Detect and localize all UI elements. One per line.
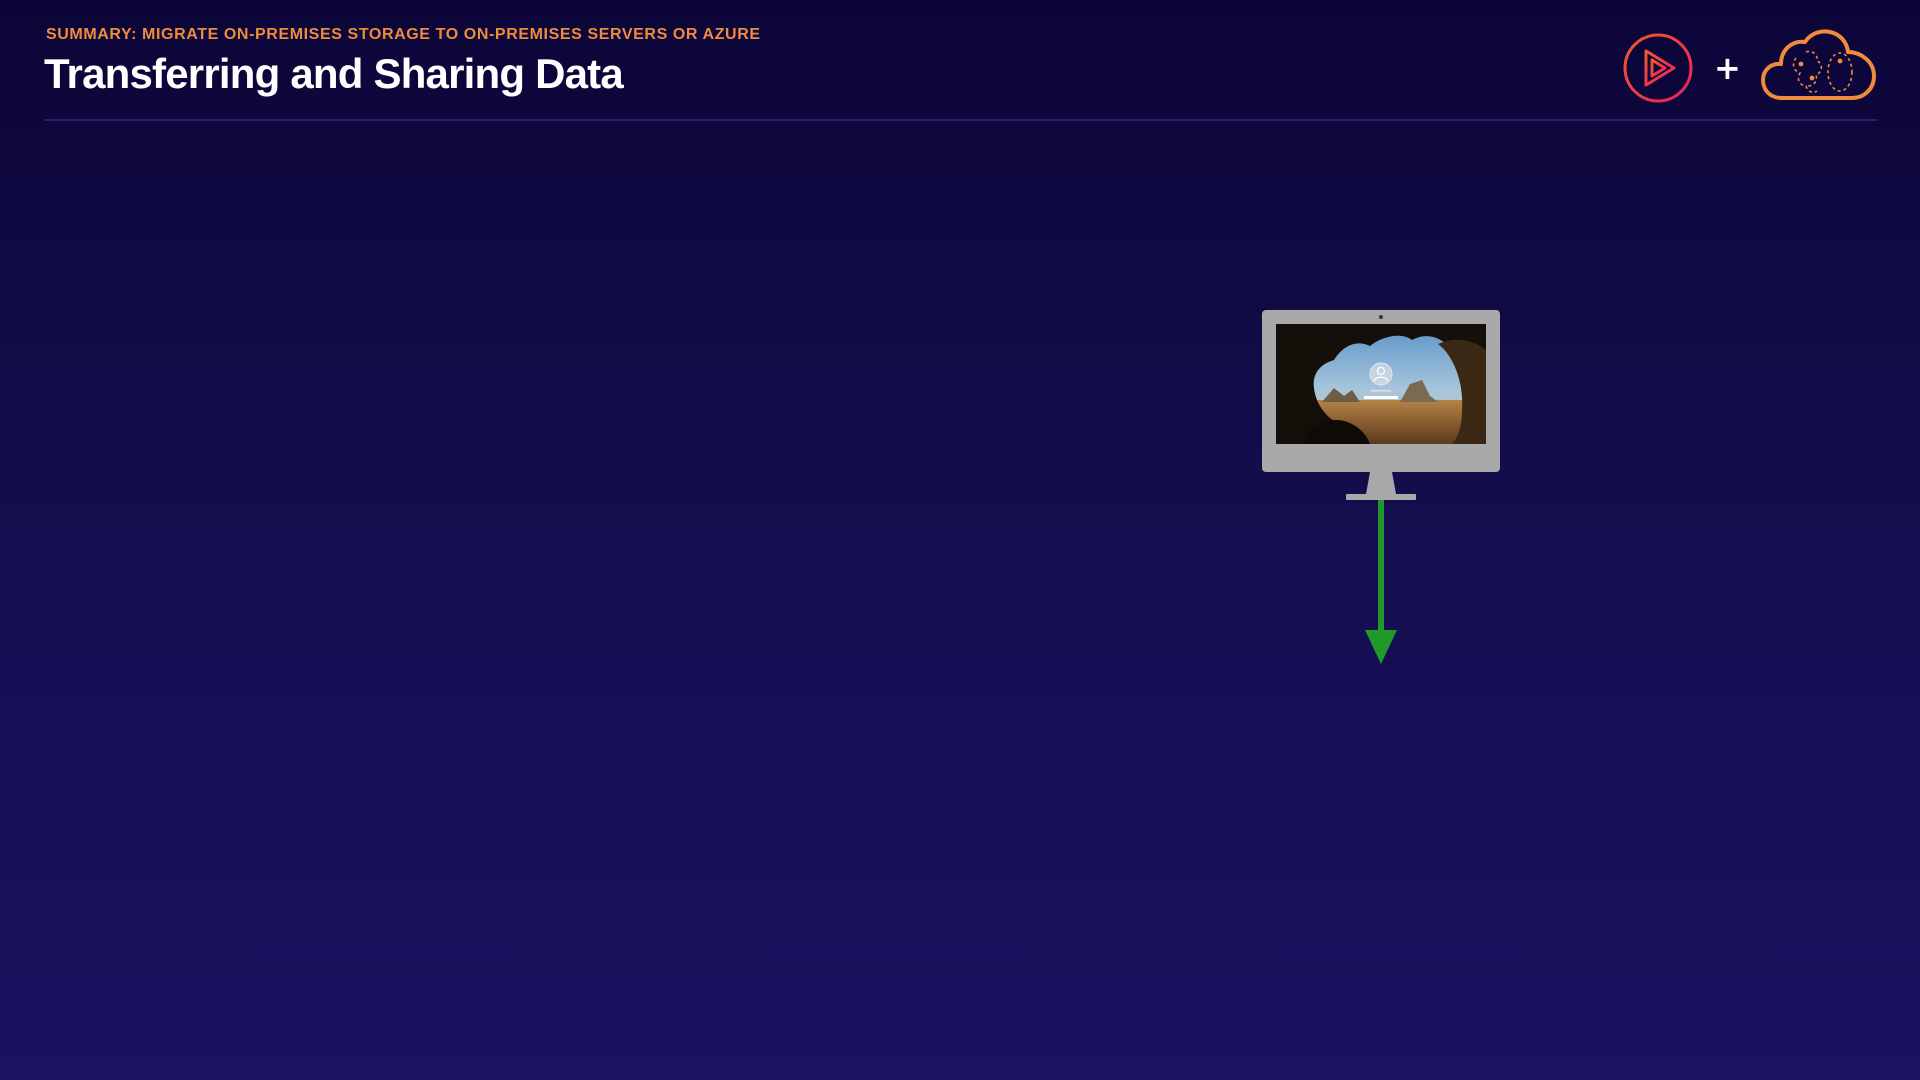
cloud-brain-icon xyxy=(1761,29,1876,100)
desktop-computer-icon xyxy=(1262,310,1500,500)
slide-title: Transferring and Sharing Data xyxy=(44,50,624,97)
slide-header: SUMMARY: MIGRATE ON-PREMISES STORAGE TO … xyxy=(0,0,1920,122)
slide-kicker: SUMMARY: MIGRATE ON-PREMISES STORAGE TO … xyxy=(46,26,761,43)
plus-sign: + xyxy=(1714,49,1741,87)
down-arrow-icon xyxy=(1365,500,1397,664)
header-divider xyxy=(44,119,1877,121)
play-logo-icon xyxy=(1623,33,1693,103)
